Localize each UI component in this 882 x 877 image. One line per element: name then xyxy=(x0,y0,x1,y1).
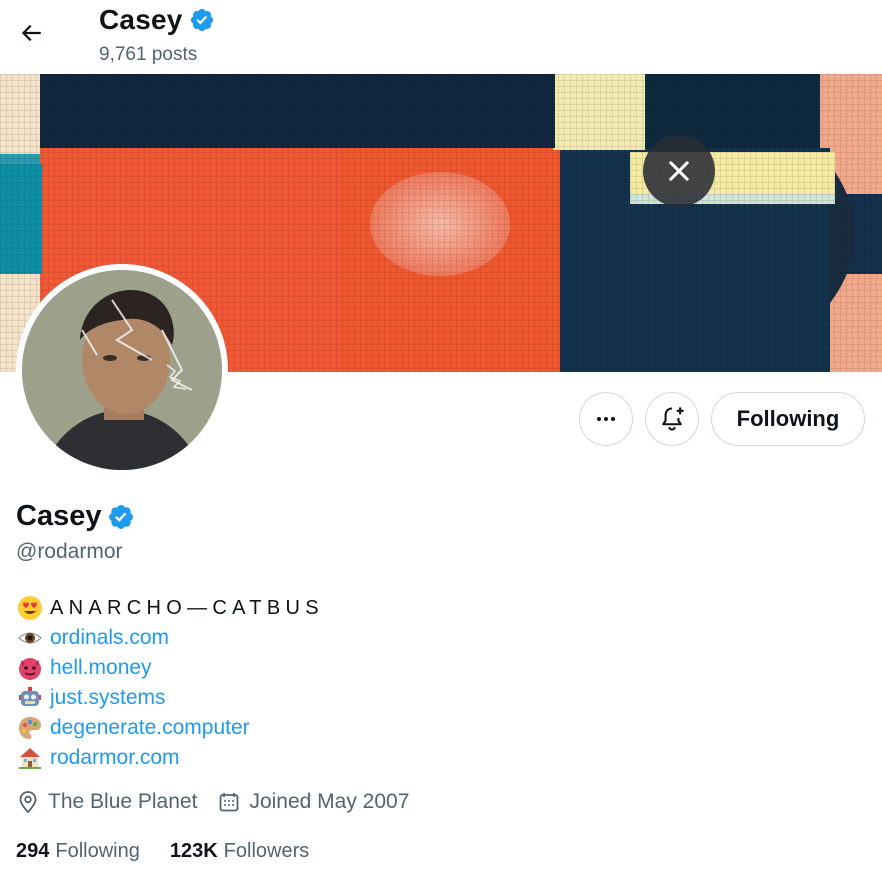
top-bar: Casey 9,761 posts xyxy=(0,0,882,74)
following-label: Following xyxy=(55,840,140,862)
following-count: 294 xyxy=(16,840,50,862)
following-button[interactable]: Following xyxy=(711,392,865,446)
bio-link-hell-money[interactable]: hell.money xyxy=(50,653,152,683)
more-horizontal-icon xyxy=(597,417,615,421)
bio-tagline-line: ANARCHO—CATBUS xyxy=(16,593,324,623)
palette-emoji-icon xyxy=(16,714,44,742)
close-icon xyxy=(669,161,689,181)
display-name: Casey xyxy=(16,500,102,532)
posts-count: 9,761 posts xyxy=(99,44,198,65)
followers-count: 123K xyxy=(169,840,218,862)
back-button[interactable] xyxy=(12,14,50,52)
join-date-text: Joined May 2007 xyxy=(249,790,410,813)
bio-link-line: hell.money xyxy=(16,653,324,683)
bio-tagline: ANARCHO—CATBUS xyxy=(50,597,324,619)
bio: ANARCHO—CATBUS ordinals.com hell.money j… xyxy=(16,593,324,773)
followers-stat-link[interactable]: 123K Followers xyxy=(170,840,309,863)
profile-name: Casey xyxy=(16,500,135,533)
bio-link-line: ordinals.com xyxy=(16,623,324,653)
username-handle: @rodarmor xyxy=(16,540,123,563)
eye-emoji-icon xyxy=(16,624,44,652)
profile-stats: 294 Following 123K Followers xyxy=(16,840,339,863)
location-pin-icon xyxy=(19,791,37,814)
followers-label: Followers xyxy=(223,840,310,862)
location: The Blue Planet xyxy=(16,790,197,814)
bio-link-ordinals[interactable]: ordinals.com xyxy=(50,623,169,653)
devil-emoji-icon xyxy=(16,654,44,682)
house-emoji-icon xyxy=(16,744,44,772)
header-name: Casey xyxy=(99,4,183,35)
robot-emoji-icon xyxy=(16,684,44,712)
heart-eyes-emoji-icon xyxy=(16,594,44,622)
bio-link-rodarmor[interactable]: rodarmor.com xyxy=(50,743,180,773)
location-text: The Blue Planet xyxy=(48,790,198,813)
following-stat-link[interactable]: 294 Following xyxy=(16,840,140,863)
calendar-icon xyxy=(220,793,239,812)
notifications-button[interactable] xyxy=(645,392,699,446)
bio-link-line: just.systems xyxy=(16,683,324,713)
verified-badge-icon[interactable] xyxy=(107,503,135,531)
join-date: Joined May 2007 xyxy=(217,790,409,814)
profile-avatar[interactable] xyxy=(16,264,228,476)
header-title: Casey xyxy=(99,4,215,36)
close-button[interactable] xyxy=(643,135,715,207)
more-options-button[interactable] xyxy=(579,392,633,446)
bio-link-just-systems[interactable]: just.systems xyxy=(50,683,166,713)
verified-badge-icon xyxy=(190,8,213,32)
bell-plus-icon xyxy=(662,407,684,431)
bio-link-degenerate-computer[interactable]: degenerate.computer xyxy=(50,713,250,743)
bio-link-line: rodarmor.com xyxy=(16,743,324,773)
bio-link-line: degenerate.computer xyxy=(16,713,324,743)
avatar-image xyxy=(22,270,222,470)
profile-meta: The Blue Planet Joined May 2007 xyxy=(16,790,429,814)
arrow-left-icon xyxy=(21,24,41,42)
